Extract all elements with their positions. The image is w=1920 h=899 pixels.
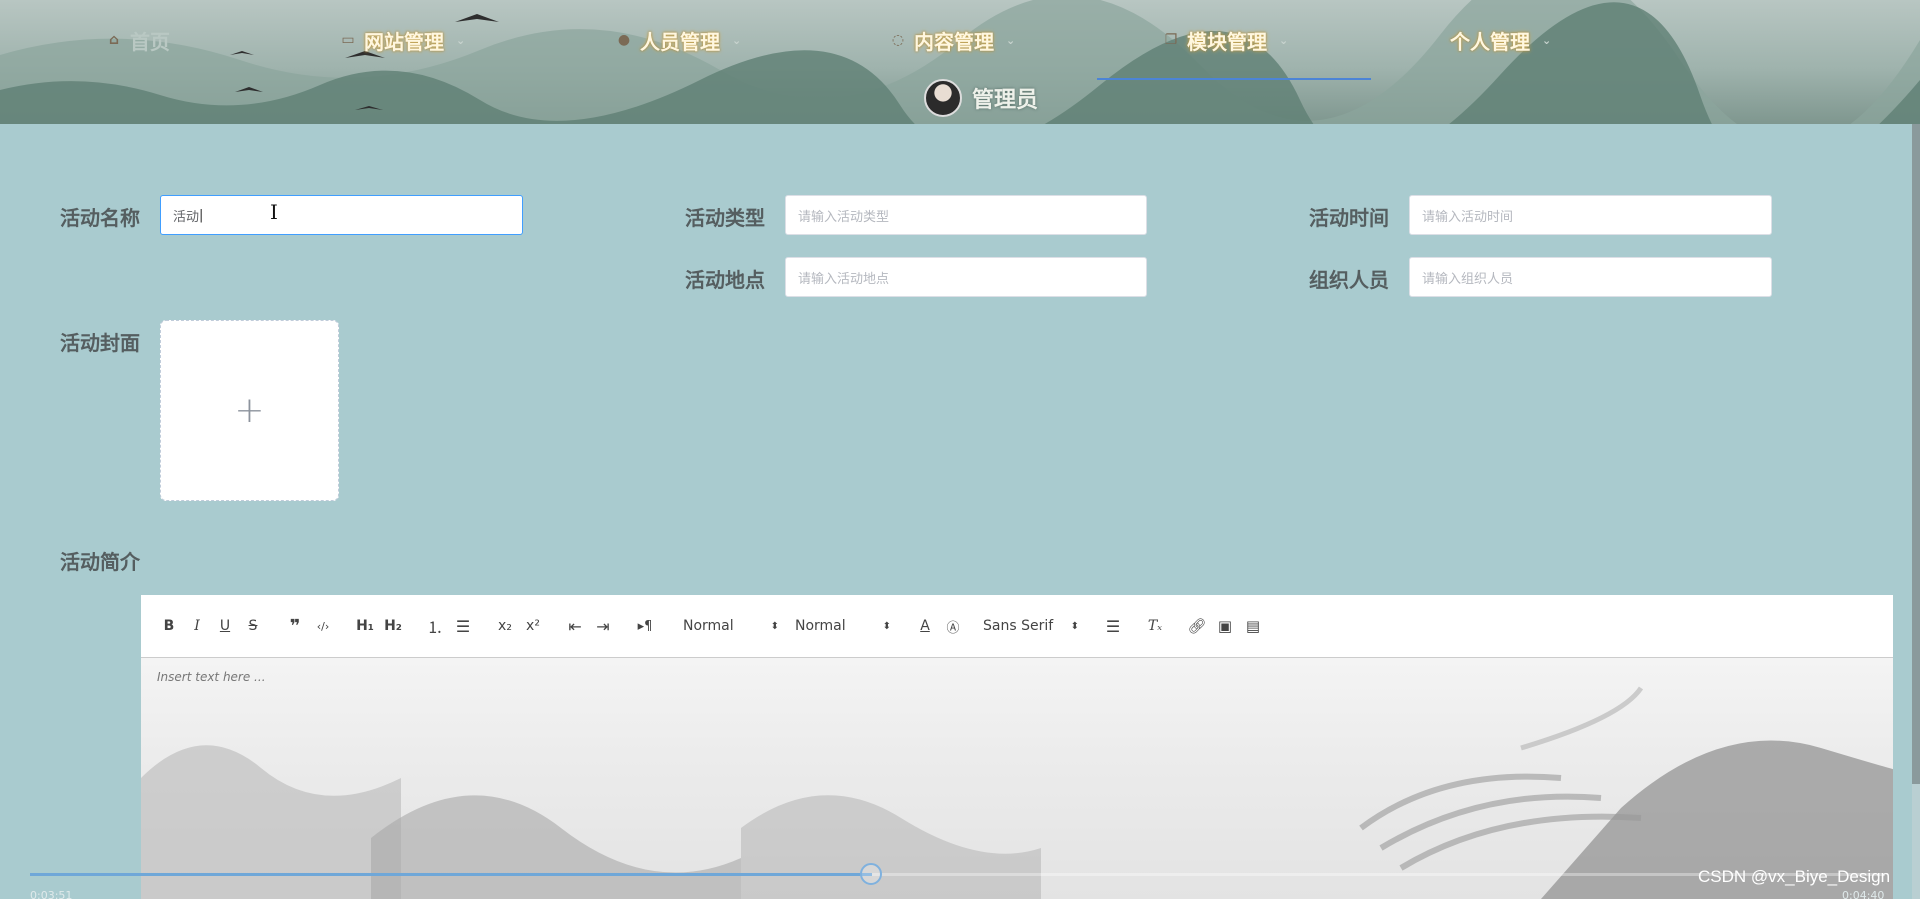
editor-toolbar: B I U S ❞ ‹/› H₁ H₂ ⒈ ☰ x₂ x² ⇤ ⇥ ▸¶ Nor… — [141, 595, 1893, 658]
nav-item-label: 首页 — [130, 29, 170, 54]
activity-time-input[interactable]: 请输入活动时间 — [1409, 195, 1772, 235]
text-cursor-icon: I — [270, 200, 278, 224]
editor-placeholder: Insert text here ... — [157, 670, 266, 684]
heading-2-icon[interactable]: H₂ — [379, 614, 407, 638]
home-icon: ⌂ — [108, 32, 120, 48]
video-progress-bar[interactable] — [30, 873, 1885, 876]
active-nav-underline — [1097, 78, 1371, 80]
outdent-icon[interactable]: ⇤ — [561, 614, 589, 638]
nav-item-website-management[interactable]: ▭ 网站管理 ⌄ — [340, 18, 465, 62]
italic-icon[interactable]: I — [183, 614, 211, 638]
link-icon[interactable]: 🔗︎ — [1183, 614, 1211, 638]
rich-text-editor: B I U S ❞ ‹/› H₁ H₂ ⒈ ☰ x₂ x² ⇤ ⇥ ▸¶ Nor… — [141, 595, 1893, 899]
blockquote-icon[interactable]: ❞ — [281, 614, 309, 638]
monitor-icon: ▭ — [341, 32, 355, 48]
activity-type-placeholder: 请输入活动类型 — [798, 209, 890, 225]
nav-item-label: 模块管理 — [1187, 29, 1267, 54]
video-progress-fill — [30, 873, 872, 876]
clear-format-icon[interactable]: Tₓ — [1141, 614, 1169, 638]
activity-type-label: 活动类型 — [685, 206, 765, 230]
nav-item-content-management[interactable]: ◌ 内容管理 ⌄ — [890, 18, 1015, 62]
editor-content-area[interactable]: Insert text here ... — [141, 658, 1893, 899]
chevron-down-icon: ⌄ — [1006, 33, 1016, 47]
nav-item-home[interactable]: ⌂ 首页 — [106, 18, 170, 62]
plus-icon: + — [234, 390, 265, 431]
activity-location-placeholder: 请输入活动地点 — [798, 271, 890, 287]
nav-item-personnel-management[interactable]: ● 人员管理 ⌄ — [616, 18, 741, 62]
activity-time-label: 活动时间 — [1309, 206, 1389, 230]
avatar[interactable] — [924, 79, 962, 117]
header-select-value: Normal — [683, 618, 734, 634]
heading-1-icon[interactable]: H₁ — [351, 614, 379, 638]
activity-name-input[interactable]: 活动 | — [160, 195, 523, 235]
text-direction-icon[interactable]: ▸¶ — [631, 614, 659, 638]
bold-icon[interactable]: B — [155, 614, 183, 638]
nav-item-label: 人员管理 — [640, 29, 720, 54]
user-icon: ● — [617, 32, 631, 48]
organizer-input[interactable]: 请输入组织人员 — [1409, 257, 1772, 297]
nav-item-module-management[interactable]: ❐ 模块管理 ⌄ — [1163, 18, 1289, 62]
select-arrows-icon: ⬍ — [882, 620, 891, 632]
activity-name-label: 活动名称 — [60, 206, 140, 230]
scrollbar-thumb[interactable] — [1912, 124, 1920, 784]
activity-cover-label: 活动封面 — [60, 331, 140, 355]
nav-item-label: 网站管理 — [364, 29, 444, 54]
code-block-icon[interactable]: ‹/› — [309, 614, 337, 638]
size-select[interactable]: Normal ⬍ — [795, 614, 891, 638]
indent-icon[interactable]: ⇥ — [589, 614, 617, 638]
activity-location-label: 活动地点 — [685, 268, 765, 292]
ordered-list-icon[interactable]: ⒈ — [421, 614, 449, 638]
image-icon[interactable]: ▣ — [1211, 614, 1239, 638]
nav-item-label: 内容管理 — [914, 29, 994, 54]
admin-user[interactable]: 管理员 — [924, 78, 1038, 118]
background-color-icon[interactable]: Ⓐ — [939, 614, 967, 638]
nav-item-label: 个人管理 — [1450, 29, 1530, 54]
total-time: 0:04:40 — [1842, 889, 1885, 899]
align-icon[interactable]: ☰ — [1099, 614, 1127, 638]
organizer-label: 组织人员 — [1309, 268, 1389, 292]
video-progress-handle[interactable] — [860, 863, 882, 885]
watermark: CSDN @vx_Biye_Design — [1698, 867, 1891, 886]
select-arrows-icon: ⬍ — [1070, 620, 1079, 632]
ink-mountains-background — [141, 686, 1893, 899]
underline-icon[interactable]: U — [211, 614, 239, 638]
header-select[interactable]: Normal ⬍ — [683, 614, 779, 638]
activity-type-input[interactable]: 请输入活动类型 — [785, 195, 1147, 235]
current-time: 0:03:51 — [30, 889, 73, 899]
main-nav: ⌂ 首页 ▭ 网站管理 ⌄ ● 人员管理 ⌄ ◌ 内容管理 ⌄ ❐ 模块管理 ⌄… — [0, 18, 1920, 80]
chevron-down-icon: ⌄ — [732, 33, 742, 47]
select-arrows-icon: ⬍ — [770, 620, 779, 632]
chevron-down-icon: ⌄ — [1542, 33, 1552, 47]
size-select-value: Normal — [795, 618, 846, 634]
strikethrough-icon[interactable]: S — [239, 614, 267, 638]
admin-name: 管理员 — [972, 88, 1039, 113]
activity-time-placeholder: 请输入活动时间 — [1422, 209, 1514, 225]
copy-icon: ❐ — [1164, 32, 1178, 48]
superscript-icon[interactable]: x² — [519, 614, 547, 638]
activity-name-value: 活动 — [173, 209, 200, 225]
font-family-value: Sans Serif — [983, 618, 1054, 634]
font-family-select[interactable]: Sans Serif ⬍ — [983, 614, 1079, 638]
activity-location-input[interactable]: 请输入活动地点 — [785, 257, 1147, 297]
subscript-icon[interactable]: x₂ — [491, 614, 519, 638]
bullet-list-icon[interactable]: ☰ — [449, 614, 477, 638]
nav-item-personal-management[interactable]: 个人管理 ⌄ — [1450, 18, 1551, 62]
activity-intro-label: 活动简介 — [60, 550, 140, 574]
cover-upload-box[interactable]: + — [160, 320, 339, 501]
chat-icon: ◌ — [891, 32, 905, 48]
video-icon[interactable]: ▤ — [1239, 614, 1267, 638]
organizer-placeholder: 请输入组织人员 — [1422, 271, 1514, 287]
font-color-icon[interactable]: A — [911, 614, 939, 638]
top-navigation-bar: ⌂ 首页 ▭ 网站管理 ⌄ ● 人员管理 ⌄ ◌ 内容管理 ⌄ ❐ 模块管理 ⌄… — [0, 0, 1920, 124]
chevron-down-icon: ⌄ — [456, 33, 466, 47]
chevron-down-icon: ⌄ — [1279, 33, 1289, 47]
